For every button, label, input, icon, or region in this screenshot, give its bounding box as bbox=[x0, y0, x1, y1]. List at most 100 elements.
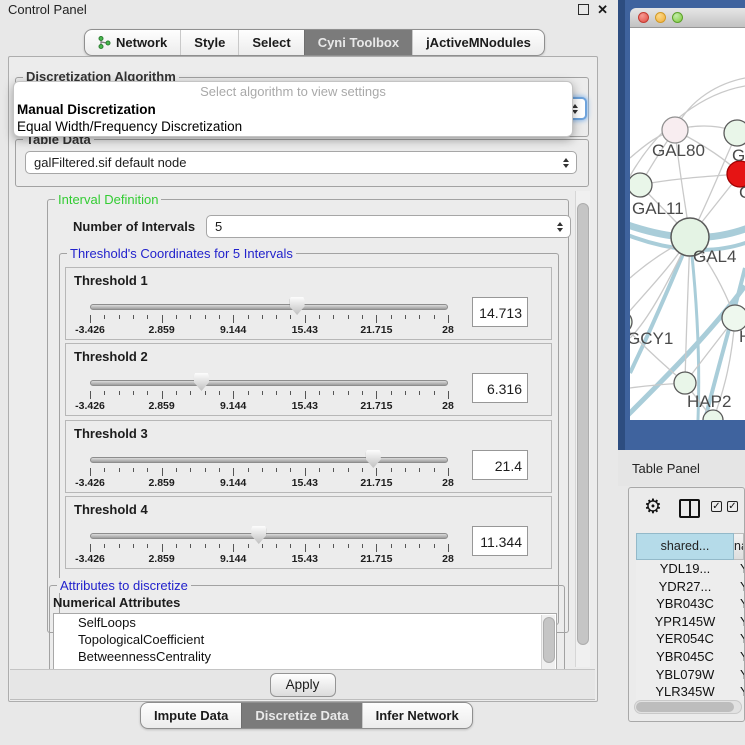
threshold-4-value-field[interactable]: 11.344 bbox=[472, 526, 528, 556]
slider-ticks bbox=[90, 391, 448, 400]
checkbox-checked-icon[interactable]: ✓ bbox=[711, 501, 722, 512]
network-node[interactable] bbox=[630, 173, 652, 197]
combo-spinner-icon bbox=[557, 222, 563, 232]
node-label: HAP2 bbox=[687, 392, 731, 411]
zoom-traffic-icon[interactable] bbox=[672, 12, 683, 23]
tab-impute-data[interactable]: Impute Data bbox=[141, 703, 241, 728]
slider-thumb[interactable] bbox=[194, 373, 209, 391]
threshold-3-panel: Threshold 3 -3.4262.8599.14415.4321.7152… bbox=[65, 420, 552, 493]
threshold-4-panel: Threshold 4 -3.4262.8599.14415.4321.7152… bbox=[65, 496, 552, 569]
top-tab-bar: Network Style Select Cyni Toolbox jActiv… bbox=[84, 29, 545, 56]
panel-title: Control Panel bbox=[8, 0, 87, 20]
settings-scrollbar[interactable] bbox=[575, 191, 590, 667]
thresholds-group-title: Threshold's Coordinates for 5 Intervals bbox=[67, 246, 296, 261]
slider-ticklabels: -3.4262.8599.14415.4321.71528 bbox=[90, 324, 448, 336]
dropdown-placeholder-item[interactable]: Select algorithm to view settings bbox=[14, 82, 572, 101]
column-header-name[interactable]: na bbox=[734, 533, 744, 560]
split-column-icon[interactable] bbox=[679, 499, 700, 518]
tab-style[interactable]: Style bbox=[180, 30, 238, 55]
threshold-1-label: Threshold 1 bbox=[74, 273, 148, 288]
node-label: H bbox=[739, 327, 745, 346]
table-row[interactable]: YDR27...YDR2 bbox=[636, 578, 744, 596]
number-of-intervals-combobox[interactable]: 5 bbox=[206, 215, 571, 238]
node-label: GAL80 bbox=[652, 141, 705, 160]
slider-ticks bbox=[90, 315, 448, 324]
tab-select[interactable]: Select bbox=[238, 30, 303, 55]
table-header-row: shared... na bbox=[636, 533, 744, 560]
apply-strip: Apply bbox=[10, 669, 595, 700]
node-label: GA bbox=[732, 146, 745, 165]
slider-ticklabels: -3.4262.8599.14415.4321.71528 bbox=[90, 400, 448, 412]
threshold-1-value-field[interactable]: 14.713 bbox=[472, 297, 528, 327]
network-node[interactable] bbox=[674, 372, 696, 394]
list-item[interactable]: BetweennessCentrality bbox=[54, 648, 556, 665]
algorithm-dropdown-popup: Select algorithm to view settings Manual… bbox=[13, 81, 573, 137]
dropdown-option-equal-width[interactable]: Equal Width/Frequency Discretization bbox=[14, 118, 572, 135]
slider-thumb[interactable] bbox=[251, 526, 266, 544]
table-horizontal-scrollbar[interactable] bbox=[634, 700, 742, 714]
combo-spinner-icon bbox=[563, 158, 569, 168]
minimize-traffic-icon[interactable] bbox=[655, 12, 666, 23]
threshold-4-label: Threshold 4 bbox=[74, 502, 148, 517]
threshold-2-label: Threshold 2 bbox=[74, 349, 148, 364]
slider-ticks bbox=[90, 468, 448, 477]
settings-scrollbar-thumb[interactable] bbox=[577, 203, 589, 645]
table-horizontal-scrollbar-thumb[interactable] bbox=[636, 702, 734, 712]
checkbox-checked-icon[interactable]: ✓ bbox=[727, 501, 738, 512]
number-of-intervals-label: Number of Intervals bbox=[73, 219, 195, 234]
table-row[interactable]: YBR043CYBR0 bbox=[636, 595, 744, 613]
threshold-2-value-field[interactable]: 6.316 bbox=[472, 373, 528, 403]
node-label: GCY1 bbox=[630, 329, 673, 348]
threshold-2-slider[interactable] bbox=[90, 380, 448, 386]
list-item[interactable]: SelfLoops bbox=[54, 614, 556, 631]
table-panel-titlebar: Table Panel bbox=[618, 450, 745, 486]
list-item[interactable]: TopologicalCoefficient bbox=[54, 631, 556, 648]
float-window-icon[interactable] bbox=[578, 4, 589, 15]
table-panel: ⚙ ✓ ✓ shared... na YDL19...YDL1 YDR27...… bbox=[628, 487, 745, 722]
apply-button[interactable]: Apply bbox=[270, 673, 336, 697]
node-label: C bbox=[739, 183, 745, 202]
close-traffic-icon[interactable] bbox=[638, 12, 649, 23]
control-panel-titlebar: Control Panel ✕ bbox=[0, 0, 618, 20]
slider-ticklabels: -3.4262.8599.14415.4321.71528 bbox=[90, 477, 448, 489]
slider-thumb[interactable] bbox=[366, 450, 381, 468]
table-rows[interactable]: YDL19...YDL1 YDR27...YDR2 YBR043CYBR0 YP… bbox=[636, 560, 744, 700]
list-scrollbar[interactable] bbox=[541, 615, 555, 669]
tab-cyni-toolbox[interactable]: Cyni Toolbox bbox=[304, 30, 412, 55]
threshold-4-slider[interactable] bbox=[90, 533, 448, 539]
bottom-tab-bar: Impute Data Discretize Data Infer Networ… bbox=[140, 702, 473, 729]
threshold-1-slider[interactable] bbox=[90, 304, 448, 310]
close-icon[interactable]: ✕ bbox=[597, 3, 608, 16]
network-icon bbox=[98, 36, 111, 49]
network-node[interactable] bbox=[724, 120, 745, 146]
application-window: Control Panel ✕ Network Style Select Cyn… bbox=[0, 0, 745, 745]
list-scrollbar-thumb[interactable] bbox=[543, 617, 555, 663]
table-row[interactable]: YBR045CYBR0 bbox=[636, 648, 744, 666]
threshold-1-panel: Threshold 1 -3.4262.8599.14415.4321.7152… bbox=[65, 267, 552, 340]
table-row[interactable]: YPR145WYPR1 bbox=[636, 613, 744, 631]
interval-definition-group-title: Interval Definition bbox=[55, 192, 161, 207]
tab-jactivemnodules[interactable]: jActiveMNodules bbox=[412, 30, 544, 55]
tab-discretize-data[interactable]: Discretize Data bbox=[241, 703, 361, 728]
attributes-group-title: Attributes to discretize bbox=[57, 578, 191, 593]
cyni-toolbox-panel: Discretization Algorithm Select algorith… bbox=[8, 56, 598, 702]
numerical-attributes-list[interactable]: SelfLoops TopologicalCoefficient Between… bbox=[53, 613, 557, 671]
dropdown-option-manual[interactable]: Manual Discretization bbox=[14, 101, 572, 118]
table-row[interactable]: YDL19...YDL1 bbox=[636, 560, 744, 578]
network-canvas[interactable]: GAL80 GA C GAL11 GAL4 GCY1 H HAP2 bbox=[630, 28, 745, 420]
table-row[interactable]: YBL079WYBL0 bbox=[636, 666, 744, 684]
threshold-3-slider[interactable] bbox=[90, 457, 448, 463]
gear-icon[interactable]: ⚙ bbox=[644, 494, 662, 519]
threshold-3-value-field[interactable]: 21.4 bbox=[472, 450, 528, 480]
slider-ticklabels: -3.4262.8599.14415.4321.71528 bbox=[90, 553, 448, 565]
slider-thumb[interactable] bbox=[290, 297, 305, 315]
tab-network[interactable]: Network bbox=[85, 30, 180, 55]
table-row[interactable]: YLR345WYLR3 bbox=[636, 683, 744, 700]
network-node[interactable] bbox=[662, 117, 688, 143]
tab-infer-network[interactable]: Infer Network bbox=[362, 703, 472, 728]
table-row[interactable]: YER054CYER0 bbox=[636, 630, 744, 648]
table-data-combobox[interactable]: galFiltered.sif default node bbox=[25, 151, 577, 174]
column-header-shared[interactable]: shared... bbox=[636, 533, 734, 560]
network-window-titlebar[interactable] bbox=[630, 8, 745, 28]
node-label: GAL4 bbox=[693, 247, 736, 266]
